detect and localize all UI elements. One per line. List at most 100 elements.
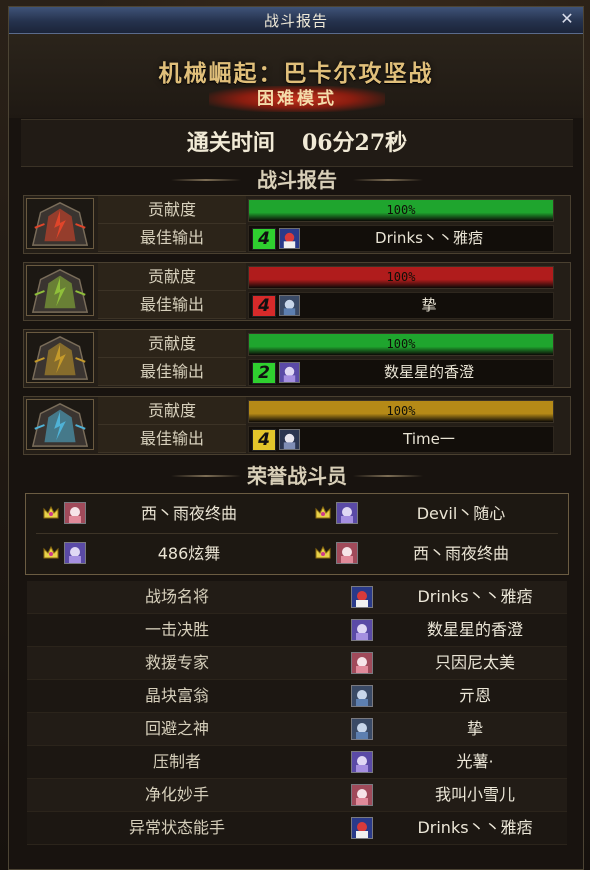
- best-player-name: 挚: [421, 296, 437, 314]
- gunner-avatar-icon: [279, 295, 300, 316]
- red-boss-portrait-icon: [26, 198, 94, 249]
- priest-avatar-icon: [279, 228, 300, 249]
- contribution-label: 贡献度: [98, 196, 246, 224]
- fighter-avatar-icon: [351, 784, 373, 806]
- close-icon[interactable]: ✕: [557, 9, 577, 29]
- contribution-value: 100%: [386, 404, 416, 418]
- dungeon-banner: 机械崛起：巴卡尔攻坚战 困难模式: [9, 34, 583, 118]
- crown-icon: [42, 545, 60, 561]
- party-number-badge: 4: [252, 295, 276, 317]
- title-award-row[interactable]: 战场名将 Drinks丶丶雅痞: [27, 581, 567, 614]
- report-panel: 通关时间 06分27秒 战斗报告 贡献度 最佳输出 100% 4 Drinks丶丶雅痞贡…: [21, 119, 573, 845]
- crown-icon: [42, 505, 60, 521]
- best-output-slot[interactable]: 2 数星星的香澄: [248, 359, 554, 386]
- window-titlebar[interactable]: 战斗报告 ✕: [9, 7, 583, 34]
- honor-section-title: 荣誉战斗员: [21, 463, 573, 489]
- honor-divider: [36, 533, 558, 534]
- award-player-name: 数星星的香澄: [426, 620, 523, 639]
- best-player-name: Drinks丶丶雅痞: [375, 229, 483, 247]
- honor-member-name: 西丶雨夜终曲: [412, 544, 509, 563]
- mage-avatar-icon: [351, 751, 373, 773]
- honor-member[interactable]: 西丶雨夜终曲: [302, 535, 568, 573]
- award-player-name: 只因尼太美: [434, 653, 515, 672]
- crown-icon: [314, 545, 332, 561]
- divider-ornament: [353, 475, 423, 477]
- award-player-name: Drinks丶丶雅痞: [417, 587, 533, 606]
- contribution-bar: 100%: [248, 199, 554, 222]
- honor-member-name: 486炫舞: [157, 544, 221, 563]
- honor-member[interactable]: Devil丶随心: [302, 495, 568, 533]
- title-award-row[interactable]: 压制者 光薯·: [27, 746, 567, 779]
- divider-ornament: [171, 179, 241, 181]
- party-number-badge: 4: [252, 228, 276, 250]
- title-award-row[interactable]: 一击决胜 数星星的香澄: [27, 614, 567, 647]
- honor-member-name: Devil丶随心: [416, 504, 506, 523]
- contribution-label: 贡献度: [98, 263, 246, 291]
- contribution-bar: 100%: [248, 333, 554, 356]
- mage-avatar-icon: [351, 619, 373, 641]
- contribution-bar: 100%: [248, 400, 554, 423]
- swordsman-avatar-icon: [279, 429, 300, 450]
- best-output-label: 最佳输出: [98, 425, 246, 453]
- title-award-row[interactable]: 救援专家 只因尼太美: [27, 647, 567, 680]
- award-player-name: 亓恩: [458, 686, 491, 705]
- fighter-avatar-icon: [64, 502, 86, 524]
- battle-report-window: 战斗报告 ✕ 机械崛起：巴卡尔攻坚战 困难模式 通关时间 06分27秒 战斗报告…: [8, 6, 584, 870]
- award-title: 异常状态能手: [128, 818, 225, 837]
- boss-row: 贡献度 最佳输出 100% 2 数星星的香澄: [23, 329, 571, 388]
- contribution-label: 贡献度: [98, 330, 246, 358]
- party-number-badge: 4: [252, 429, 276, 451]
- mage-avatar-icon: [64, 542, 86, 564]
- clear-time-value: 06分27秒: [301, 130, 408, 156]
- title-award-row[interactable]: 净化妙手 我叫小雪儿: [27, 779, 567, 812]
- contribution-label: 贡献度: [98, 397, 246, 425]
- award-player-name: 光薯·: [456, 752, 494, 771]
- title-award-row[interactable]: 晶块富翁 亓恩: [27, 680, 567, 713]
- best-output-label: 最佳输出: [98, 291, 246, 319]
- best-output-slot[interactable]: 4 Drinks丶丶雅痞: [248, 225, 554, 252]
- report-section-title: 战斗报告: [21, 167, 573, 193]
- title-award-row[interactable]: 异常状态能手 Drinks丶丶雅痞: [27, 812, 567, 845]
- award-player-name: 我叫小雪儿: [434, 785, 515, 804]
- fighter-avatar-icon: [351, 652, 373, 674]
- award-title: 救援专家: [144, 653, 209, 672]
- row-labels: 贡献度 最佳输出: [98, 263, 246, 320]
- title-award-row[interactable]: 回避之神 挚: [27, 713, 567, 746]
- contribution-bar: 100%: [248, 266, 554, 289]
- honor-member-name: 西丶雨夜终曲: [140, 504, 237, 523]
- award-player-name: Drinks丶丶雅痞: [417, 818, 533, 837]
- row-labels: 贡献度 最佳输出: [98, 196, 246, 253]
- report-section-label: 战斗报告: [257, 168, 337, 192]
- green-boss-portrait-icon: [26, 265, 94, 316]
- clear-time-label: 通关时间: [186, 130, 275, 156]
- award-title: 战场名将: [144, 587, 209, 606]
- dungeon-name: 机械崛起：巴卡尔攻坚战: [158, 60, 434, 87]
- divider-ornament: [353, 179, 423, 181]
- window-title: 战斗报告: [263, 12, 328, 30]
- best-player-name: 数星星的香澄: [383, 363, 474, 381]
- divider-ornament: [171, 475, 241, 477]
- best-player-name: Time一: [403, 430, 455, 448]
- boss-row: 贡献度 最佳输出 100% 4 Time一: [23, 396, 571, 455]
- boss-row: 贡献度 最佳输出 100% 4 挚: [23, 262, 571, 321]
- boss-list: 贡献度 最佳输出 100% 4 Drinks丶丶雅痞 贡献度 最佳输出 100% 4 挚贡献度 最佳…: [21, 195, 573, 455]
- contribution-value: 100%: [386, 203, 416, 217]
- best-output-slot[interactable]: 4 Time一: [248, 426, 554, 453]
- row-labels: 贡献度 最佳输出: [98, 397, 246, 454]
- fighter-avatar-icon: [336, 542, 358, 564]
- blue-boss-portrait-icon: [26, 399, 94, 450]
- contribution-value: 100%: [386, 270, 416, 284]
- award-title: 晶块富翁: [144, 686, 209, 705]
- title-awards-list: 战场名将 Drinks丶丶雅痞 一击决胜 数星星的香澄 救援专家 只因尼太美 晶块富翁 亓恩回…: [27, 581, 567, 845]
- award-player-name: 挚: [466, 719, 483, 738]
- award-title: 压制者: [152, 752, 201, 771]
- award-title: 净化妙手: [144, 785, 209, 804]
- honor-member[interactable]: 486炫舞: [30, 535, 296, 573]
- honor-member[interactable]: 西丶雨夜终曲: [30, 495, 296, 533]
- difficulty-badge: 困难模式: [209, 86, 385, 112]
- contribution-value: 100%: [386, 337, 416, 351]
- mage-avatar-icon: [336, 502, 358, 524]
- best-output-slot[interactable]: 4挚: [248, 292, 554, 319]
- gold-boss-portrait-icon: [26, 332, 94, 383]
- priest-avatar-icon: [351, 817, 373, 839]
